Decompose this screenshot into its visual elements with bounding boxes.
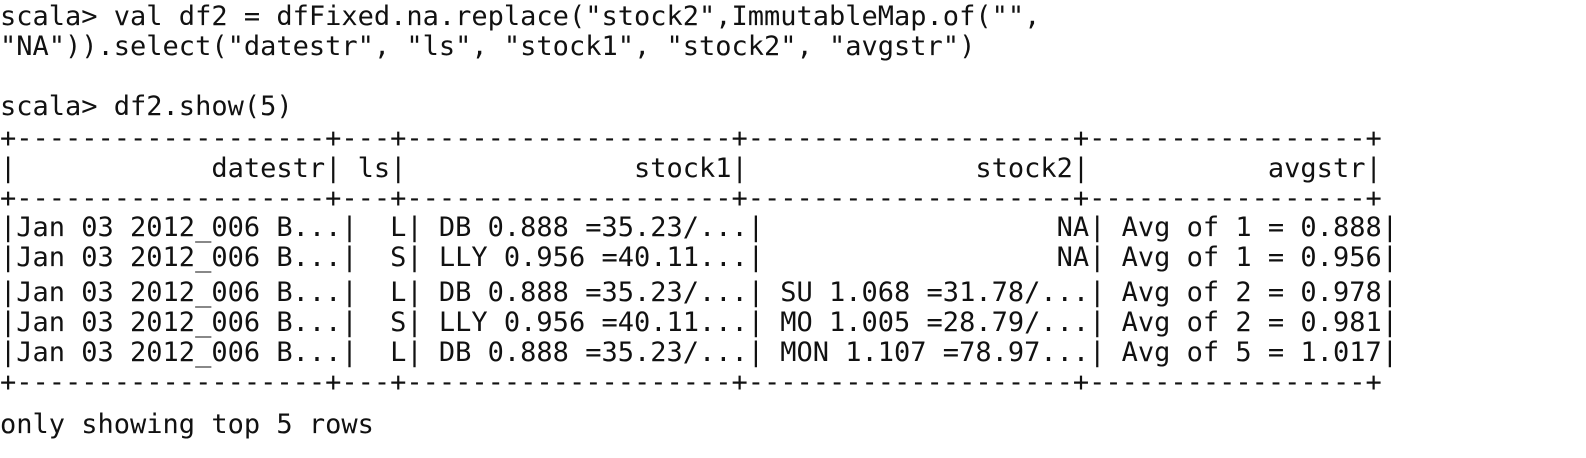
terminal-output: scala> val df2 = dfFixed.na.replace("sto… bbox=[0, 0, 1586, 458]
table-bottom-border: +-------------------+---+---------------… bbox=[0, 367, 1382, 398]
table-row: |Jan 03 2012_006 B...| L| DB 0.888 =35.2… bbox=[0, 212, 1398, 243]
table-top-border: +-------------------+---+---------------… bbox=[0, 123, 1382, 154]
table-row: |Jan 03 2012_006 B...| L| DB 0.888 =35.2… bbox=[0, 277, 1398, 308]
table-row: |Jan 03 2012_006 B...| S| LLY 0.956 =40.… bbox=[0, 242, 1398, 273]
table-row: |Jan 03 2012_006 B...| L| DB 0.888 =35.2… bbox=[0, 337, 1398, 368]
command-line-1: scala> val df2 = dfFixed.na.replace("sto… bbox=[0, 1, 1041, 32]
table-row: |Jan 03 2012_006 B...| S| LLY 0.956 =40.… bbox=[0, 307, 1398, 338]
show-command: scala> df2.show(5) bbox=[0, 91, 293, 122]
table-header-row: | datestr| ls| stock1| stock2| avgstr| bbox=[0, 153, 1382, 184]
table-header-border: +-------------------+---+---------------… bbox=[0, 183, 1382, 214]
command-line-2: "NA")).select("datestr", "ls", "stock1",… bbox=[0, 31, 976, 62]
footer-note: only showing top 5 rows bbox=[0, 409, 374, 440]
